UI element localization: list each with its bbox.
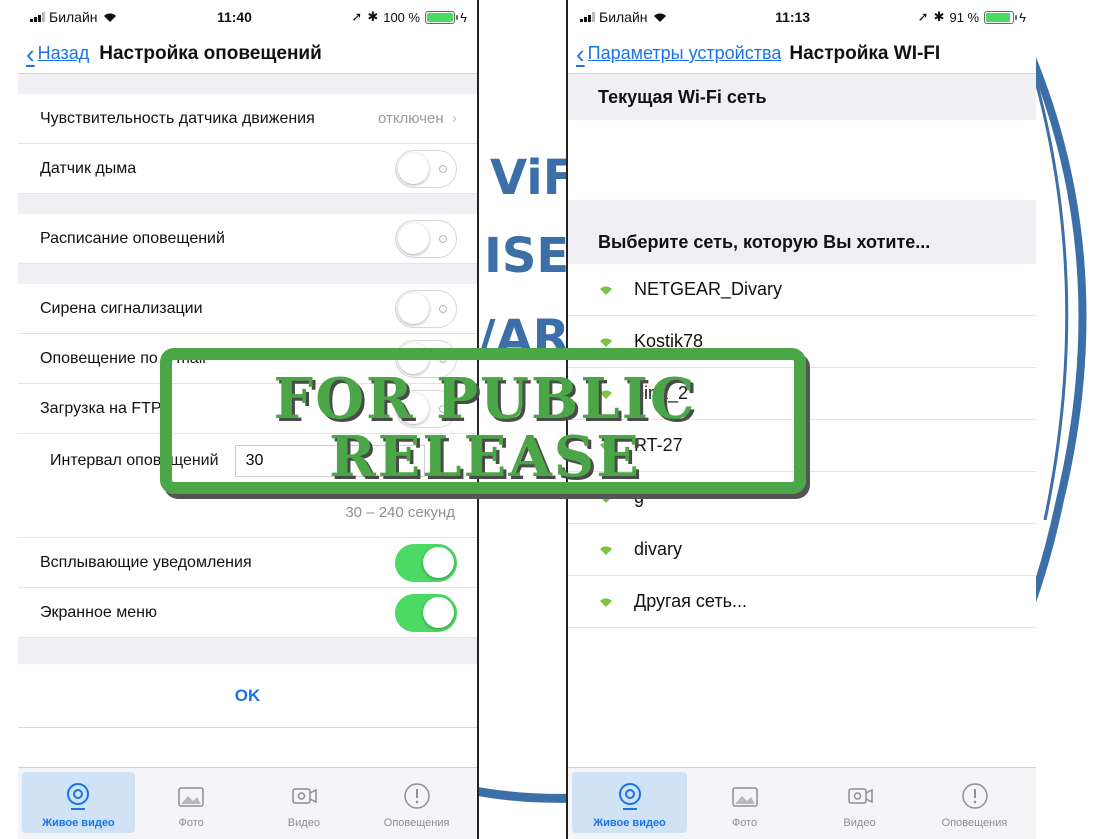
carrier-name: Билайн (49, 9, 98, 25)
charging-icon: ϟ (460, 9, 467, 25)
row-label: Датчик дыма (40, 159, 137, 177)
battery-icon (984, 10, 1018, 24)
tab-bar: Живое видео Фото Видео Оповещения (568, 767, 1036, 839)
tab-alerts[interactable]: Оповещения (917, 772, 1032, 833)
stamp-line-1: FOR PUBLIC (273, 366, 697, 432)
tab-label: Фото (178, 817, 204, 829)
bluetooth-icon: ✱ (367, 9, 379, 24)
current-network-empty (568, 120, 1036, 200)
chevron-left-icon: ‹ (576, 38, 585, 69)
smoke-sensor-row: Датчик дыма (18, 144, 477, 194)
photo-icon (731, 787, 758, 807)
tab-bar: Живое видео Фото Видео Оповещения (18, 767, 477, 839)
row-label: Чувствительность датчика движения (40, 109, 315, 127)
tab-video[interactable]: Видео (248, 772, 361, 833)
location-icon: ➚ (917, 9, 929, 24)
alert-schedule-toggle[interactable] (395, 219, 457, 258)
back-button[interactable]: ‹ Назад (26, 38, 90, 69)
back-label: Параметры устройства (587, 43, 782, 63)
popup-notifications-row: Всплывающие уведомления (18, 538, 477, 588)
location-icon: ➚ (351, 9, 363, 24)
page-title: Настройка оповещений (99, 42, 322, 64)
wifi-signal-icon (600, 338, 612, 347)
network-name: NETGEAR_Divary (634, 279, 783, 299)
tab-label: Оповещения (383, 817, 450, 829)
back-label: Назад (37, 43, 90, 63)
row-label: Всплывающие уведомления (40, 553, 252, 571)
clock: 11:13 (775, 9, 811, 25)
screen-menu-toggle[interactable] (395, 593, 457, 632)
status-bar: Билайн 11:13 ➚ ✱ 91 % ϟ (568, 0, 1036, 34)
alert-icon (403, 783, 430, 809)
clock: 11:40 (216, 9, 252, 25)
choose-network-header: Выберите сеть, которую Вы хотите... (568, 200, 1036, 264)
battery-icon (425, 10, 459, 24)
tab-label: Видео (287, 817, 320, 829)
other-network-item[interactable]: Другая сеть... (568, 576, 1036, 628)
network-item[interactable]: NETGEAR_Divary (568, 264, 1036, 316)
tab-alerts[interactable]: Оповещения (360, 772, 473, 833)
wifi-signal-icon (600, 598, 612, 607)
tab-photo[interactable]: Фото (687, 772, 802, 833)
navigation-bar: ‹ Назад Настройка оповещений (18, 34, 477, 74)
smoke-sensor-toggle[interactable] (395, 149, 457, 188)
wifi-icon (103, 13, 116, 22)
group-separator (18, 194, 477, 214)
alert-schedule-row: Расписание оповещений (18, 214, 477, 264)
charging-icon: ϟ (1019, 9, 1026, 25)
motion-sensitivity-row[interactable]: Чувствительность датчика движения отключ… (18, 94, 477, 144)
network-item[interactable]: divary (568, 524, 1036, 576)
battery-percent: 100 % (383, 9, 421, 25)
group-separator (18, 74, 477, 94)
page-title: Настройка WI-FI (789, 42, 941, 64)
photo-icon (178, 787, 204, 807)
row-label: Расписание оповещений (40, 229, 225, 247)
tab-live-video[interactable]: Живое видео (22, 772, 135, 833)
tab-live-video[interactable]: Живое видео (572, 772, 687, 833)
screen-menu-row: Экранное меню (18, 588, 477, 638)
row-value: отключен (377, 109, 444, 127)
live-video-icon (67, 783, 90, 810)
alert-icon (961, 783, 988, 809)
siren-row: Сирена сигнализации (18, 284, 477, 334)
row-label: Экранное меню (40, 603, 157, 621)
group-separator (18, 264, 477, 284)
wifi-icon (653, 13, 666, 22)
navigation-bar: ‹ Параметры устройства Настройка WI-FI (568, 34, 1036, 74)
popup-notifications-toggle[interactable] (395, 543, 457, 582)
wifi-signal-icon (600, 286, 612, 295)
network-name: divary (634, 539, 683, 559)
tab-label: Видео (843, 817, 876, 829)
bluetooth-icon: ✱ (933, 9, 945, 24)
live-video-icon (618, 783, 641, 810)
carrier-name: Билайн (599, 9, 648, 25)
row-label: Сирена сигнализации (40, 299, 203, 317)
battery-percent: 91 % (949, 9, 980, 25)
video-icon (847, 788, 873, 804)
tab-label: Фото (731, 817, 758, 829)
tab-photo[interactable]: Фото (135, 772, 248, 833)
chevron-right-icon: › (451, 109, 457, 127)
cellular-signal-icon (30, 12, 45, 22)
row-label: Загрузка на FTP (40, 399, 162, 417)
video-icon (292, 788, 317, 804)
wifi-signal-icon (600, 546, 612, 555)
group-separator (18, 638, 477, 664)
tab-label: Живое видео (42, 817, 115, 829)
logo-fragment: ISE (484, 228, 570, 284)
ok-button[interactable]: OK (18, 664, 477, 728)
tab-label: Живое видео (593, 817, 666, 829)
status-bar: Билайн 11:40 ➚ ✱ 100 % ϟ (18, 0, 477, 34)
public-release-stamp: FOR PUBLIC RELEASE (160, 348, 810, 498)
siren-toggle[interactable] (395, 289, 457, 328)
tab-label: Оповещения (941, 817, 1008, 829)
chevron-left-icon: ‹ (26, 38, 35, 69)
cellular-signal-icon (580, 12, 595, 22)
tab-video[interactable]: Видео (802, 772, 917, 833)
stamp-line-2: RELEASE (329, 424, 641, 490)
back-button[interactable]: ‹ Параметры устройства (576, 38, 782, 69)
network-name: Другая сеть... (634, 591, 747, 611)
current-network-header: Текущая Wi-Fi сеть (568, 74, 1036, 120)
